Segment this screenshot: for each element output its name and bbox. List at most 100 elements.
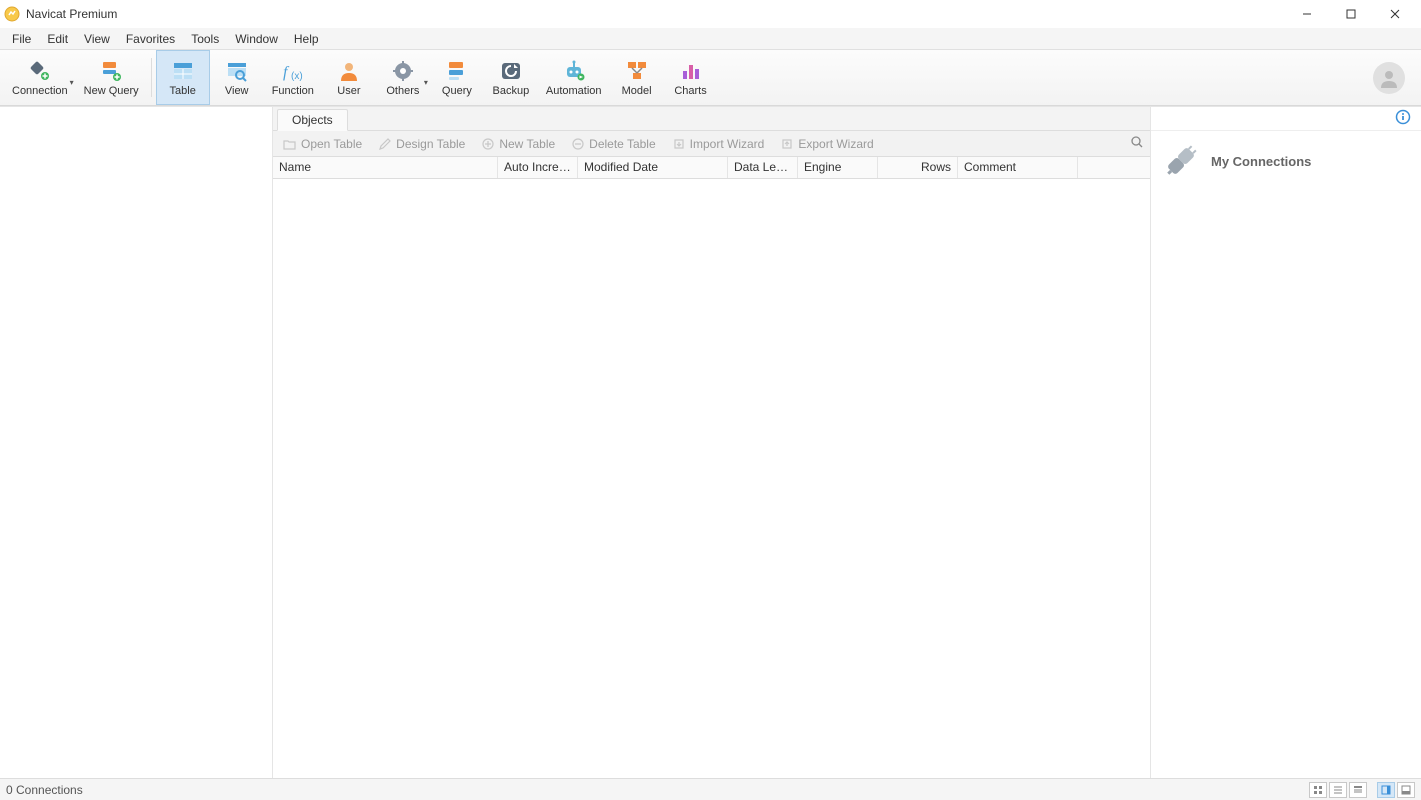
window-title: Navicat Premium: [26, 7, 117, 21]
new-query-icon: [99, 59, 123, 83]
function-icon: f (x): [281, 59, 305, 83]
toolbar-others[interactable]: Others ▾: [376, 50, 430, 105]
toolbar-model[interactable]: Model: [610, 50, 664, 105]
toolbar-new-query-label: New Query: [84, 85, 139, 97]
toolbar-table-label: Table: [170, 85, 196, 97]
toolbar-others-label: Others: [386, 85, 419, 97]
model-icon: [625, 59, 649, 83]
automation-icon: [562, 59, 586, 83]
toolbar-charts[interactable]: Charts: [664, 50, 718, 105]
objects-action-bar: Open Table Design Table New Table Delete…: [273, 131, 1150, 157]
col-modified-date[interactable]: Modified Date: [578, 157, 728, 178]
export-wizard-button[interactable]: Export Wizard: [776, 135, 877, 153]
toolbar-charts-label: Charts: [674, 85, 706, 97]
menu-window[interactable]: Window: [227, 30, 286, 48]
view-mode-list[interactable]: [1329, 782, 1347, 798]
chevron-down-icon: ▾: [70, 78, 74, 87]
connections-tree[interactable]: [0, 107, 273, 778]
toolbar-function[interactable]: f (x) Function: [264, 50, 322, 105]
tab-objects[interactable]: Objects: [277, 109, 348, 131]
menubar: File Edit View Favorites Tools Window He…: [0, 28, 1421, 50]
user-avatar[interactable]: [1373, 62, 1405, 94]
toolbar-backup[interactable]: Backup: [484, 50, 538, 105]
col-data-length[interactable]: Data Length: [728, 157, 798, 178]
menu-view[interactable]: View: [76, 30, 118, 48]
view-icon: [225, 59, 249, 83]
col-engine[interactable]: Engine: [798, 157, 878, 178]
col-auto-increment[interactable]: Auto Increm...: [498, 157, 578, 178]
statusbar: 0 Connections: [0, 778, 1421, 800]
toolbar-table[interactable]: Table: [156, 50, 210, 105]
view-mode-details[interactable]: [1349, 782, 1367, 798]
open-table-button[interactable]: Open Table: [279, 135, 366, 153]
search-icon[interactable]: [1130, 135, 1144, 152]
new-table-button[interactable]: New Table: [477, 135, 559, 153]
column-headers: Name Auto Increm... Modified Date Data L…: [273, 157, 1150, 179]
toolbar-view[interactable]: View: [210, 50, 264, 105]
charts-icon: [679, 59, 703, 83]
export-wizard-label: Export Wizard: [798, 137, 873, 151]
status-connection-count: 0 Connections: [6, 783, 83, 797]
my-connections-title: My Connections: [1211, 154, 1311, 169]
toolbar-user[interactable]: User: [322, 50, 376, 105]
menu-favorites[interactable]: Favorites: [118, 30, 183, 48]
titlebar: Navicat Premium: [0, 0, 1421, 28]
col-rows[interactable]: Rows: [878, 157, 958, 178]
toolbar-connection[interactable]: Connection ▾: [4, 50, 76, 105]
col-name[interactable]: Name: [273, 157, 498, 178]
toolbar-connection-label: Connection: [12, 85, 68, 97]
main-toolbar: Connection ▾ New Query Table: [0, 50, 1421, 106]
svg-text:(x): (x): [291, 71, 303, 82]
import-wizard-label: Import Wizard: [690, 137, 765, 151]
svg-text:f: f: [283, 64, 290, 81]
info-panel-content: My Connections: [1151, 131, 1421, 191]
query-icon: [445, 59, 469, 83]
close-button[interactable]: [1373, 0, 1417, 28]
col-comment[interactable]: Comment: [958, 157, 1078, 178]
design-table-button[interactable]: Design Table: [374, 135, 469, 153]
view-mode-grid-small[interactable]: [1309, 782, 1327, 798]
pencil-icon: [378, 137, 392, 151]
center-panel: Objects Open Table Design Table New Tabl…: [273, 107, 1150, 778]
import-icon: [672, 137, 686, 151]
delete-table-button[interactable]: Delete Table: [567, 135, 660, 153]
toolbar-query[interactable]: Query: [430, 50, 484, 105]
toolbar-model-label: Model: [622, 85, 652, 97]
maximize-button[interactable]: [1329, 0, 1373, 28]
toolbar-backup-label: Backup: [493, 85, 530, 97]
others-icon: [391, 59, 415, 83]
open-table-label: Open Table: [301, 137, 362, 151]
toolbar-automation[interactable]: Automation: [538, 50, 610, 105]
view-mode-switch: [1309, 782, 1415, 798]
objects-grid[interactable]: [273, 179, 1150, 778]
info-panel-header: [1151, 107, 1421, 131]
col-spacer: [1078, 157, 1150, 178]
chevron-down-icon: ▾: [424, 78, 428, 87]
toolbar-view-label: View: [225, 85, 249, 97]
table-icon: [171, 59, 195, 83]
info-panel: My Connections: [1150, 107, 1421, 778]
import-wizard-button[interactable]: Import Wizard: [668, 135, 769, 153]
toolbar-separator: [151, 58, 152, 97]
toolbar-function-label: Function: [272, 85, 314, 97]
toolbar-query-label: Query: [442, 85, 472, 97]
folder-open-icon: [283, 137, 297, 151]
app-icon: [4, 6, 20, 22]
view-mode-panel-bottom[interactable]: [1397, 782, 1415, 798]
toolbar-new-query[interactable]: New Query: [76, 50, 147, 105]
toolbar-automation-label: Automation: [546, 85, 602, 97]
new-table-label: New Table: [499, 137, 555, 151]
info-icon[interactable]: [1395, 109, 1411, 128]
plug-icon: [1153, 133, 1210, 190]
menu-tools[interactable]: Tools: [183, 30, 227, 48]
minus-circle-icon: [571, 137, 585, 151]
window-controls: [1285, 0, 1417, 28]
view-mode-panel-right[interactable]: [1377, 782, 1395, 798]
toolbar-user-label: User: [337, 85, 360, 97]
menu-help[interactable]: Help: [286, 30, 327, 48]
menu-edit[interactable]: Edit: [39, 30, 76, 48]
user-icon: [337, 59, 361, 83]
design-table-label: Design Table: [396, 137, 465, 151]
minimize-button[interactable]: [1285, 0, 1329, 28]
menu-file[interactable]: File: [4, 30, 39, 48]
